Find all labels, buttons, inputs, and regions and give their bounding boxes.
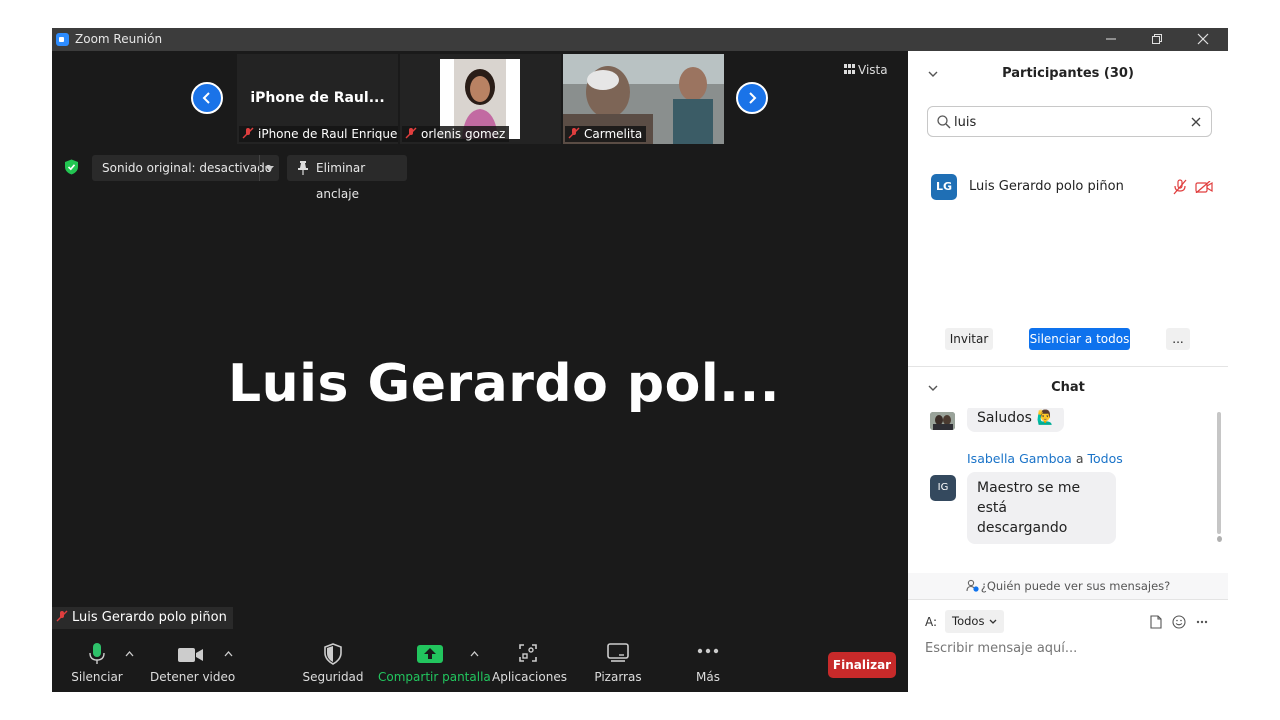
mic-muted-icon — [56, 610, 68, 622]
chevron-left-icon — [202, 92, 210, 104]
chat-message-meta: Isabella Gamboa a Todos — [967, 451, 1123, 466]
chat-scrollbar[interactable] — [1217, 412, 1221, 534]
active-speaker-name: Luis Gerardo pol... — [228, 354, 780, 414]
close-icon — [1197, 33, 1209, 45]
sender-photo-icon — [930, 412, 955, 430]
invite-button[interactable]: Invitar — [945, 328, 993, 350]
chat-privacy-note[interactable]: ¿Quién puede ver sus mensajes? — [908, 573, 1228, 599]
pin-icon — [298, 161, 308, 175]
participants-more-button[interactable]: ... — [1166, 328, 1190, 350]
restore-button[interactable] — [1134, 28, 1180, 51]
thumbnail-name-label: orlenis gomez — [402, 126, 510, 142]
recipient-label: A: — [925, 615, 938, 629]
recipient-name[interactable]: Todos — [1087, 451, 1122, 466]
thumbnail-name-label: Carmelita — [565, 126, 647, 142]
mute-button[interactable]: Silenciar — [68, 635, 126, 692]
thumbnail-name-label: iPhone de Raul Enrique — [239, 126, 398, 142]
avatar: LG — [931, 174, 957, 200]
end-meeting-button[interactable]: Finalizar — [828, 652, 896, 678]
avatar: IG — [930, 475, 956, 501]
zoom-logo-icon — [56, 33, 69, 46]
side-panel: Participantes (30) LG Luis Gerardo polo … — [908, 51, 1228, 692]
close-button[interactable] — [1180, 28, 1226, 51]
emoji-icon: 🙋‍♂️ — [1036, 410, 1054, 426]
mic-muted-icon — [405, 127, 417, 139]
chevron-down-icon — [989, 619, 997, 624]
original-sound-label: Sonido original: desactivado — [102, 161, 273, 175]
participant-row[interactable]: LG Luis Gerardo polo piñon — [908, 173, 1228, 201]
prev-thumbnails-button[interactable] — [191, 82, 223, 114]
chat-message-text: descargando — [977, 520, 1068, 536]
view-button[interactable]: Vista — [844, 58, 902, 82]
clear-search-icon[interactable] — [1191, 117, 1201, 127]
minimize-icon — [1106, 38, 1116, 40]
thumbnail-video-label: iPhone de Raul... — [250, 90, 385, 106]
divider — [908, 599, 1228, 600]
active-speaker-label: Luis Gerardo polo piñon — [52, 607, 233, 629]
emoji-picker-icon[interactable] — [1172, 615, 1186, 629]
scrollbar-end-dot — [1217, 536, 1222, 542]
chat-message-text: Maestro se me está — [977, 480, 1081, 516]
unpin-button[interactable]: Eliminar anclaje — [287, 155, 407, 201]
sender-name[interactable]: Isabella Gamboa — [967, 451, 1072, 466]
stop-video-button[interactable]: Detener video — [150, 635, 235, 692]
restore-icon — [1152, 34, 1162, 44]
participant-search[interactable] — [927, 106, 1212, 137]
video-off-icon — [1195, 181, 1213, 193]
chat-messages: Saludos 🙋‍♂️ Isabella Gamboa a Todos IG … — [908, 408, 1228, 573]
file-attach-icon[interactable] — [1150, 615, 1162, 629]
chevron-right-icon — [749, 92, 757, 104]
participant-thumbnail[interactable]: iPhone de Raul... iPhone de Raul Enrique — [237, 54, 398, 144]
more-button[interactable]: Más — [684, 635, 732, 692]
participants-header: Participantes (30) — [1002, 66, 1134, 81]
mic-muted-icon — [242, 127, 254, 139]
meeting-toolbar: Silenciar Detener video Seguridad Compar… — [52, 635, 908, 692]
more-dots-icon — [697, 648, 719, 654]
chat-header: Chat — [1051, 380, 1085, 395]
minimize-button[interactable] — [1088, 28, 1134, 51]
mic-muted-icon — [1173, 179, 1187, 195]
recipient-select[interactable]: Todos — [945, 610, 1004, 633]
mute-options-caret-icon[interactable] — [125, 651, 134, 657]
search-icon — [937, 115, 951, 129]
participant-thumbnail[interactable]: Carmelita — [563, 54, 724, 144]
chat-bubble: Maestro se me está descargando — [967, 472, 1116, 544]
encryption-shield-icon[interactable] — [64, 159, 79, 175]
original-sound-toggle[interactable]: Sonido original: desactivado — [92, 155, 279, 181]
participant-name: Luis Gerardo polo piñon — [969, 179, 1124, 194]
security-shield-icon — [324, 643, 342, 665]
video-area: iPhone de Raul... iPhone de Raul Enrique… — [52, 51, 908, 692]
apps-button[interactable]: Aplicaciones — [492, 635, 567, 692]
whiteboard-icon — [607, 643, 629, 662]
grid-view-icon — [844, 64, 855, 74]
next-thumbnails-button[interactable] — [736, 82, 768, 114]
whiteboards-button[interactable]: Pizarras — [590, 635, 646, 692]
divider — [908, 366, 1228, 367]
who-can-see-icon — [966, 579, 979, 592]
title-bar: Zoom Reunión — [52, 28, 1228, 51]
chat-message-text: Saludos — [977, 410, 1032, 426]
video-options-caret-icon[interactable] — [224, 651, 233, 657]
share-options-caret-icon[interactable] — [470, 651, 479, 657]
share-screen-icon — [417, 645, 443, 663]
search-input[interactable] — [954, 112, 1174, 132]
apps-icon — [519, 644, 537, 662]
video-camera-icon — [178, 648, 203, 662]
divider — [259, 155, 260, 181]
chat-more-icon[interactable] — [1196, 620, 1208, 624]
mute-all-button[interactable]: Silenciar a todos — [1029, 328, 1130, 350]
participant-thumbnail[interactable]: orlenis gomez — [400, 54, 561, 144]
chat-message-input[interactable] — [925, 638, 1215, 658]
sender-avatar — [930, 412, 955, 430]
window-title: Zoom Reunión — [75, 32, 163, 46]
zoom-window: Zoom Reunión iPhone de Raul... iPhone de… — [52, 28, 1228, 692]
security-button[interactable]: Seguridad — [300, 635, 366, 692]
share-screen-button[interactable]: Compartir pantalla — [378, 635, 491, 692]
microphone-icon — [89, 643, 105, 664]
chat-bubble: Saludos 🙋‍♂️ — [967, 408, 1064, 432]
caret-down-icon[interactable] — [265, 166, 274, 172]
mic-muted-icon — [568, 127, 580, 139]
